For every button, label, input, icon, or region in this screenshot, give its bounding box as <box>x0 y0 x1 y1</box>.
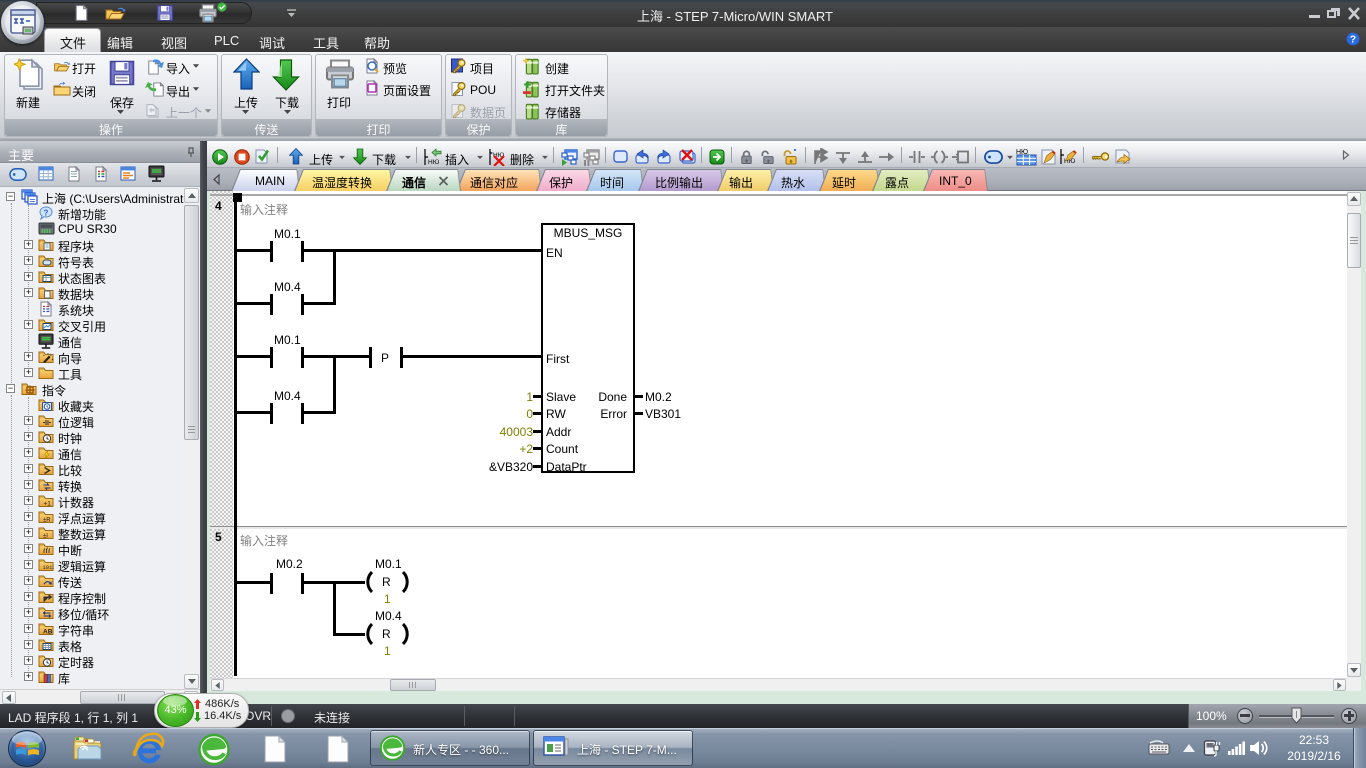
svg-text:±I: ±I <box>43 534 48 540</box>
svg-text:AB: AB <box>43 629 53 636</box>
svg-text:?: ? <box>1350 34 1356 46</box>
svg-text:+1: +1 <box>44 501 52 508</box>
svg-text:±R: ±R <box>43 518 51 524</box>
svg-text:HЮ: HЮ <box>428 159 440 166</box>
svg-text:?: ? <box>44 209 49 218</box>
svg-text:1011: 1011 <box>43 564 55 571</box>
